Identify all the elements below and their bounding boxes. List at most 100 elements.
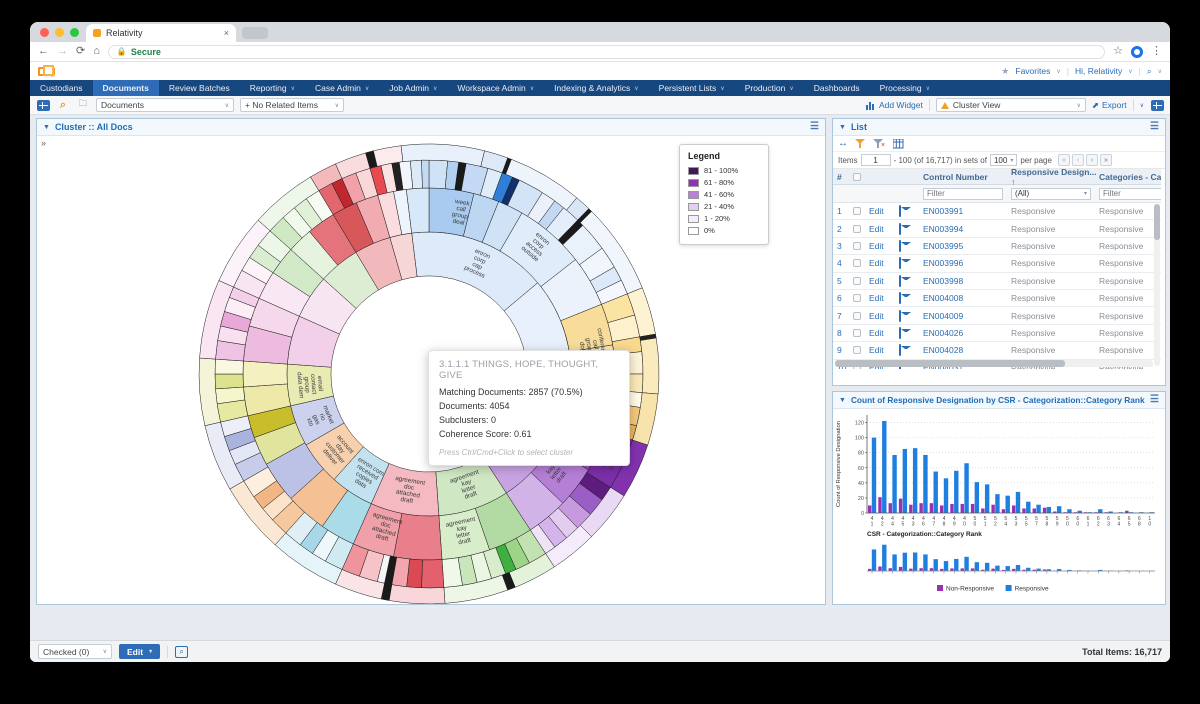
- new-tab-button[interactable]: [242, 27, 268, 39]
- last-page-button[interactable]: »: [1100, 154, 1112, 166]
- bar-responsive[interactable]: [892, 455, 896, 513]
- bar-responsive[interactable]: [1057, 506, 1061, 513]
- bar-non-responsive[interactable]: [1022, 508, 1025, 513]
- bar-non-responsive[interactable]: [991, 505, 994, 513]
- browse-documents-select[interactable]: Documents∨: [96, 98, 234, 112]
- panel-menu-icon[interactable]: ☰: [1150, 122, 1159, 132]
- row-checkbox[interactable]: [853, 346, 861, 354]
- export-button[interactable]: ⬈ Export: [1092, 100, 1127, 111]
- bar-responsive[interactable]: [1067, 509, 1071, 513]
- control-number-link[interactable]: EN004026: [923, 328, 1011, 338]
- bar-responsive[interactable]: [934, 472, 938, 513]
- bar-responsive[interactable]: [995, 494, 999, 513]
- control-number-link[interactable]: EN003995: [923, 241, 1011, 251]
- email-document-icon[interactable]: [899, 240, 901, 252]
- email-document-icon[interactable]: [899, 275, 901, 287]
- bar-non-responsive[interactable]: [1043, 508, 1046, 513]
- related-items-select[interactable]: + No Related Items∨: [240, 98, 344, 112]
- bar-non-responsive[interactable]: [930, 503, 933, 513]
- url-field[interactable]: 🔒 Secure: [108, 45, 1105, 59]
- row-checkbox[interactable]: [853, 277, 861, 285]
- cluster-segment[interactable]: [422, 560, 444, 589]
- save-search-icon[interactable]: ⌕: [175, 646, 188, 658]
- edit-link[interactable]: Edit: [869, 241, 899, 251]
- bar-responsive[interactable]: [1026, 502, 1030, 513]
- nav-tab-dashboards[interactable]: Dashboards: [804, 80, 870, 96]
- search-icon[interactable]: ⌕: [56, 99, 70, 111]
- email-document-icon[interactable]: [899, 292, 901, 304]
- bar-responsive[interactable]: [872, 438, 876, 513]
- widget-view-select[interactable]: Cluster View∨: [936, 98, 1086, 112]
- bar-non-responsive[interactable]: [878, 497, 881, 513]
- close-window-button[interactable]: [40, 28, 49, 37]
- expand-icon[interactable]: »: [41, 138, 46, 148]
- profile-avatar[interactable]: [1131, 46, 1143, 58]
- email-document-icon[interactable]: [899, 223, 901, 235]
- bar-non-responsive[interactable]: [899, 499, 902, 513]
- next-page-button[interactable]: ›: [1086, 154, 1098, 166]
- email-document-icon[interactable]: [899, 327, 901, 339]
- row-checkbox[interactable]: [853, 329, 861, 337]
- row-checkbox[interactable]: [853, 207, 861, 215]
- bar-responsive[interactable]: [1036, 505, 1040, 513]
- bar-non-responsive[interactable]: [950, 504, 953, 513]
- minimize-window-button[interactable]: [55, 28, 64, 37]
- bar-responsive[interactable]: [913, 448, 917, 513]
- row-checkbox[interactable]: [853, 225, 861, 233]
- edit-link[interactable]: Edit: [869, 311, 899, 321]
- first-page-button[interactable]: «: [1058, 154, 1070, 166]
- edit-link[interactable]: Edit: [869, 276, 899, 286]
- nav-tab-custodians[interactable]: Custodians: [30, 80, 93, 96]
- nav-tab-production[interactable]: Production∨: [735, 80, 804, 96]
- bar-non-responsive[interactable]: [1033, 508, 1036, 513]
- home-icon[interactable]: ⌂: [93, 46, 100, 57]
- folder-icon[interactable]: 🗀: [76, 99, 90, 111]
- filter-icon[interactable]: [855, 139, 866, 149]
- browser-tab[interactable]: Relativity ×: [86, 24, 236, 42]
- control-number-link[interactable]: EN003994: [923, 224, 1011, 234]
- edit-link[interactable]: Edit: [869, 293, 899, 303]
- bar-responsive[interactable]: [1016, 492, 1020, 513]
- row-checkbox[interactable]: [853, 294, 861, 302]
- page-size-select[interactable]: 100▾: [990, 154, 1017, 166]
- edit-link[interactable]: Edit: [869, 345, 899, 355]
- bar-responsive[interactable]: [964, 463, 968, 513]
- tab-close-icon[interactable]: ×: [224, 28, 229, 38]
- email-document-icon[interactable]: [899, 257, 901, 269]
- reload-icon[interactable]: ⟳: [76, 46, 85, 57]
- checked-scope-select[interactable]: Checked (0)∨: [38, 644, 112, 659]
- control-number-link[interactable]: EN003996: [923, 258, 1011, 268]
- cluster-segment[interactable]: [215, 359, 244, 374]
- bar-non-responsive[interactable]: [919, 503, 922, 513]
- cluster-segment[interactable]: [429, 160, 448, 189]
- cluster-segment[interactable]: [422, 160, 430, 188]
- table-layout-icon[interactable]: [893, 139, 904, 149]
- categories-filter-input[interactable]: [1099, 188, 1161, 200]
- bar-non-responsive[interactable]: [1002, 509, 1005, 513]
- collapse-icon[interactable]: ▼: [43, 124, 50, 131]
- email-document-icon[interactable]: [899, 205, 901, 217]
- bar-non-responsive[interactable]: [909, 505, 912, 513]
- relativity-logo[interactable]: g: [38, 65, 56, 77]
- quick-search-icon[interactable]: ⌕: [1147, 66, 1152, 77]
- bar-responsive[interactable]: [944, 478, 948, 513]
- favorites-menu[interactable]: Favorites: [1015, 66, 1050, 76]
- cluster-segment[interactable]: [640, 338, 659, 394]
- edit-link[interactable]: Edit: [869, 258, 899, 268]
- collapse-icon[interactable]: ▼: [839, 397, 846, 404]
- cluster-segment[interactable]: [215, 374, 244, 389]
- user-menu[interactable]: Hi, Relativity: [1075, 66, 1122, 76]
- bookmark-star-icon[interactable]: ☆: [1113, 46, 1123, 57]
- bar-responsive[interactable]: [923, 455, 927, 513]
- row-checkbox[interactable]: [853, 312, 861, 320]
- bar-responsive[interactable]: [1098, 509, 1102, 513]
- bar-non-responsive[interactable]: [981, 508, 984, 513]
- nav-tab-documents[interactable]: Documents: [93, 80, 159, 96]
- select-all-checkbox[interactable]: [853, 173, 861, 181]
- control-number-link[interactable]: EN003998: [923, 276, 1011, 286]
- bar-non-responsive[interactable]: [971, 504, 974, 513]
- column-header-control[interactable]: Control Number: [923, 172, 1011, 182]
- responsive-designation-bar-chart[interactable]: 020406080100120Count of Responsive Desig…: [833, 409, 1163, 603]
- edit-link[interactable]: Edit: [869, 206, 899, 216]
- control-number-link[interactable]: EN004009: [923, 311, 1011, 321]
